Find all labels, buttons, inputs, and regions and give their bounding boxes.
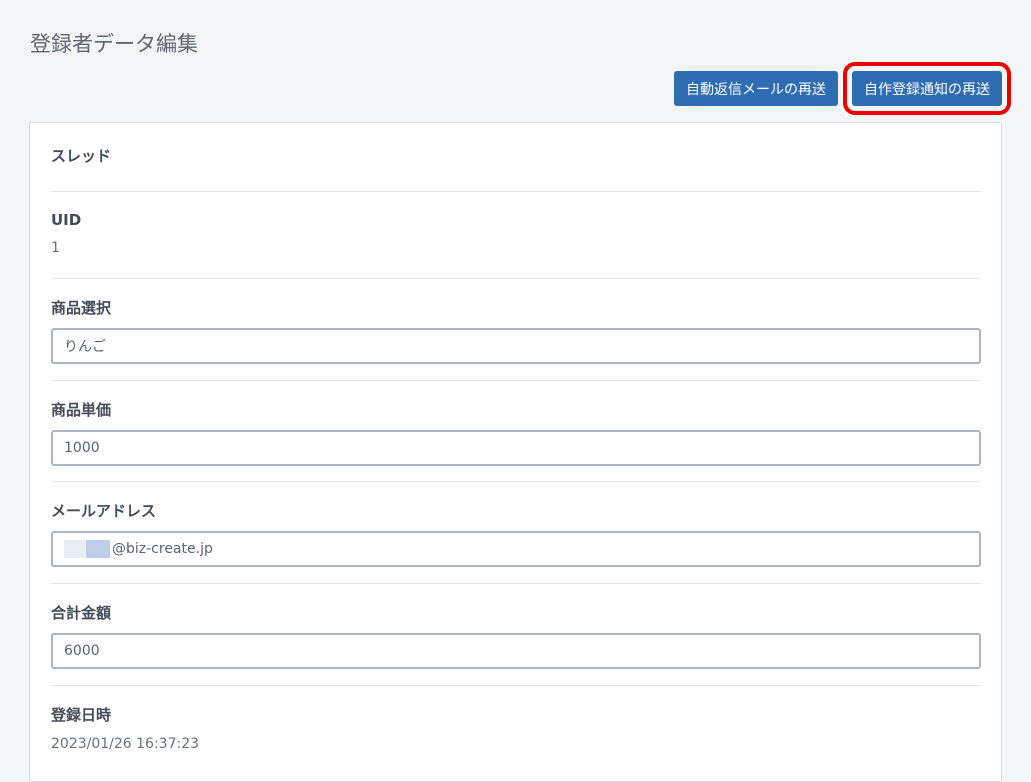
total-input-value: 6000 [64,643,100,659]
unit-price-input-value: 1000 [64,440,100,456]
divider [51,685,981,686]
page-title: 登録者データ編集 [30,32,198,56]
unit-price-section: 商品単価 1000 [51,399,981,466]
registered-at-value: 2023/01/26 16:37:23 [51,736,200,752]
registered-at-label: 登録日時 [51,706,112,724]
email-input[interactable]: @biz-create.jp [51,531,981,567]
registrant-form-card: スレッド UID 1 商品選択 りんご 商品単価 1000 メールアドレス @b… [29,122,1002,782]
divider [51,380,981,381]
uid-section: UID 1 [51,211,981,256]
divider [51,481,981,482]
email-input-value: @biz-create.jp [112,541,213,557]
unit-price-input[interactable]: 1000 [51,430,981,466]
product-input-value: りんご [64,339,106,355]
registered-at-section: 登録日時 2023/01/26 16:37:23 [51,704,981,752]
divider [51,191,981,192]
thread-section: スレッド [51,145,981,166]
product-label: 商品選択 [51,299,112,317]
total-section: 合計金額 6000 [51,602,981,669]
redacted-mask [64,540,110,558]
resend-autoreply-button[interactable]: 自動返信メールの再送 [674,71,838,106]
divider [51,583,981,584]
resend-registration-notice-button[interactable]: 自作登録通知の再送 [843,62,1011,115]
toolbar: 自動返信メールの再送 自作登録通知の再送 [674,62,1011,115]
divider [51,278,981,279]
unit-price-label: 商品単価 [51,401,112,419]
product-input[interactable]: りんご [51,328,981,364]
email-label: メールアドレス [51,502,157,520]
uid-label: UID [51,211,82,229]
product-section: 商品選択 りんご [51,297,981,364]
uid-value: 1 [51,240,60,256]
total-input[interactable]: 6000 [51,633,981,669]
email-section: メールアドレス @biz-create.jp [51,500,981,567]
thread-label: スレッド [51,147,112,165]
total-label: 合計金額 [51,604,112,622]
